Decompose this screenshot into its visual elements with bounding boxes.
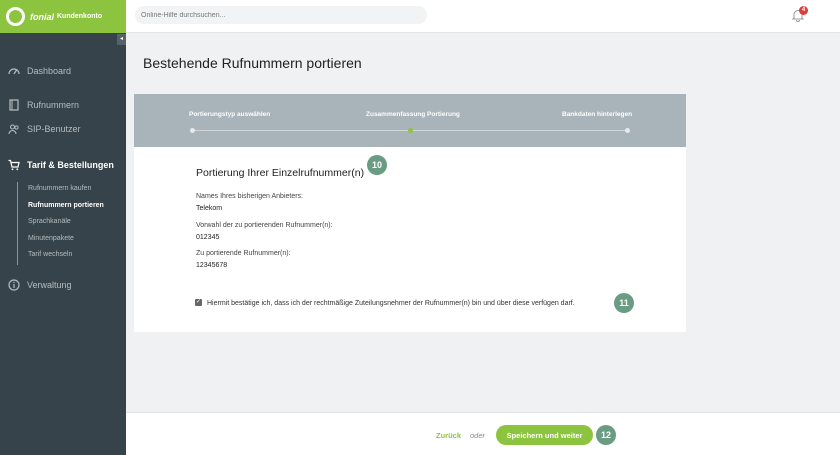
subnav-item-rufnummern-kaufen[interactable]: Rufnummern kaufen bbox=[28, 182, 104, 199]
back-link[interactable]: Zurück bbox=[436, 431, 461, 440]
step-dot-3 bbox=[625, 128, 630, 133]
confirm-checkbox[interactable]: ✓ bbox=[195, 299, 202, 306]
users-icon bbox=[8, 124, 19, 135]
numbers-label: Zu portierende Rufnummer(n): bbox=[196, 250, 291, 257]
sidebar: fonial Kundenkonto ◂ Dashboard Rufnummer… bbox=[0, 0, 126, 455]
step-dot-1 bbox=[190, 128, 195, 133]
subnav-item-minutenpakete[interactable]: Minutenpakete bbox=[28, 232, 104, 249]
brand-bar[interactable]: fonial Kundenkonto bbox=[0, 0, 126, 33]
cart-icon bbox=[8, 159, 20, 171]
search-input[interactable] bbox=[135, 6, 427, 24]
marker-badge-12: 12 bbox=[596, 425, 616, 445]
page-title: Bestehende Rufnummern portieren bbox=[143, 55, 362, 71]
collapse-sidebar-button[interactable]: ◂ bbox=[117, 34, 126, 45]
porting-card: Portierungstyp auswählen Zusammenfassung… bbox=[134, 94, 686, 332]
sidebar-item-label: Rufnummern bbox=[27, 100, 80, 110]
brand-name: fonial bbox=[30, 11, 54, 22]
confirm-label: Hiermit bestätige ich, dass ich der rech… bbox=[207, 300, 575, 307]
section-title: Portierung Ihrer Einzelrufnummer(n) bbox=[196, 167, 365, 179]
sidebar-item-rufnummern[interactable]: Rufnummern bbox=[0, 95, 126, 115]
phone-book-icon bbox=[9, 99, 19, 111]
footer-bar: Zurück oder Speichern und weiter 12 bbox=[126, 412, 840, 455]
subnav-item-rufnummern-portieren[interactable]: Rufnummern portieren bbox=[28, 199, 104, 216]
gauge-icon bbox=[8, 68, 20, 75]
info-icon bbox=[8, 279, 20, 291]
provider-value: Telekom bbox=[196, 205, 223, 212]
step-label-1: Portierungstyp auswählen bbox=[189, 111, 271, 118]
sidebar-item-label: Tarif & Bestellungen bbox=[27, 160, 114, 170]
save-and-continue-button[interactable]: Speichern und weiter bbox=[496, 425, 593, 445]
subnav-item-sprachkanaele[interactable]: Sprachkanäle bbox=[28, 215, 104, 232]
step-label-3: Bankdaten hinterlegen bbox=[562, 111, 633, 118]
notification-badge: 4 bbox=[799, 6, 808, 15]
progress-stepper: Portierungstyp auswählen Zusammenfassung… bbox=[134, 94, 686, 147]
area-code-label: Vorwahl der zu portierenden Rufnummer(n)… bbox=[196, 222, 333, 229]
sidebar-item-verwaltung[interactable]: Verwaltung bbox=[0, 275, 126, 295]
subnav-tarif: Rufnummern kaufen Rufnummern portieren S… bbox=[17, 182, 104, 265]
step-dot-2 bbox=[408, 128, 413, 133]
step-label-2: Zusammenfassung Portierung bbox=[366, 111, 460, 118]
marker-badge-11: 11 bbox=[614, 293, 634, 313]
sidebar-item-label: SIP-Benutzer bbox=[27, 124, 81, 134]
brand-subtitle: Kundenkonto bbox=[57, 13, 103, 20]
sidebar-item-dashboard[interactable]: Dashboard bbox=[0, 61, 126, 81]
logo-ring-icon bbox=[6, 7, 25, 26]
sidebar-item-sip-benutzer[interactable]: SIP-Benutzer bbox=[0, 119, 126, 139]
numbers-value: 12345678 bbox=[196, 262, 228, 269]
sidebar-item-label: Verwaltung bbox=[27, 280, 72, 290]
marker-badge-10: 10 bbox=[367, 155, 387, 175]
or-text: oder bbox=[470, 431, 486, 440]
sidebar-item-tarif-bestellungen[interactable]: Tarif & Bestellungen bbox=[0, 155, 126, 175]
subnav-item-tarif-wechseln[interactable]: Tarif wechseln bbox=[28, 248, 104, 265]
sidebar-item-label: Dashboard bbox=[27, 66, 72, 76]
topbar: 4 bbox=[126, 0, 840, 33]
area-code-value: 012345 bbox=[196, 234, 220, 241]
provider-label: Names Ihres bisherigen Anbieters: bbox=[196, 193, 303, 200]
